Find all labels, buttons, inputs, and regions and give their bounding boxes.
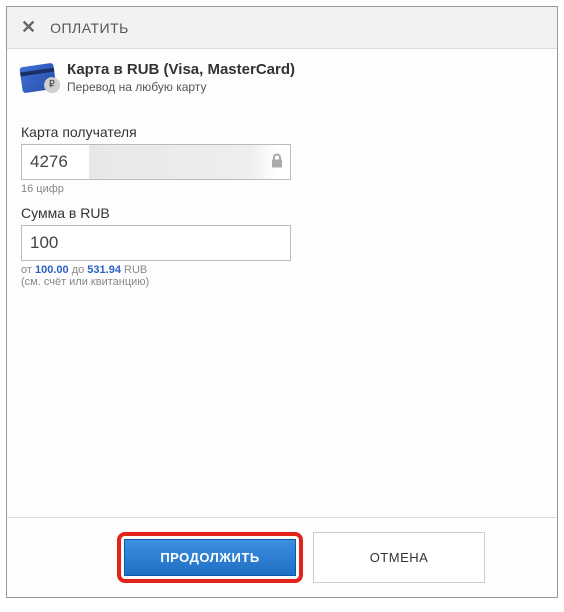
recipient-hint: 16 цифр (21, 183, 543, 195)
lock-icon (271, 154, 283, 171)
dialog-title: ОПЛАТИТЬ (50, 20, 129, 36)
recipient-label: Карта получателя (21, 124, 543, 140)
amount-hint: от 100.00 до 531.94 RUB (см. счёт или кв… (21, 264, 543, 288)
cancel-button[interactable]: ОТМЕНА (313, 532, 485, 583)
continue-button[interactable]: ПРОДОЛЖИТЬ (124, 539, 296, 576)
recipient-card-input[interactable] (21, 144, 291, 180)
payment-dialog: ✕ ОПЛАТИТЬ Карта в RUB (Visa, MasterCard… (6, 6, 558, 598)
dialog-footer: ПРОДОЛЖИТЬ ОТМЕНА (7, 517, 557, 597)
payment-method-subtitle: Перевод на любую карту (67, 80, 295, 94)
amount-input-wrap (21, 225, 291, 261)
continue-highlight: ПРОДОЛЖИТЬ (117, 532, 303, 583)
form-area: Карта получателя 16 цифр Сумма в RUB от … (7, 106, 557, 517)
recipient-input-wrap (21, 144, 291, 180)
amount-input[interactable] (21, 225, 291, 261)
payment-method-row: Карта в RUB (Visa, MasterCard) Перевод н… (7, 49, 557, 106)
amount-label: Сумма в RUB (21, 205, 543, 221)
dialog-header: ✕ ОПЛАТИТЬ (7, 7, 557, 49)
close-icon[interactable]: ✕ (21, 17, 36, 38)
card-icon (19, 62, 56, 92)
payment-method-text: Карта в RUB (Visa, MasterCard) Перевод н… (67, 61, 295, 94)
payment-method-title: Карта в RUB (Visa, MasterCard) (67, 61, 295, 78)
